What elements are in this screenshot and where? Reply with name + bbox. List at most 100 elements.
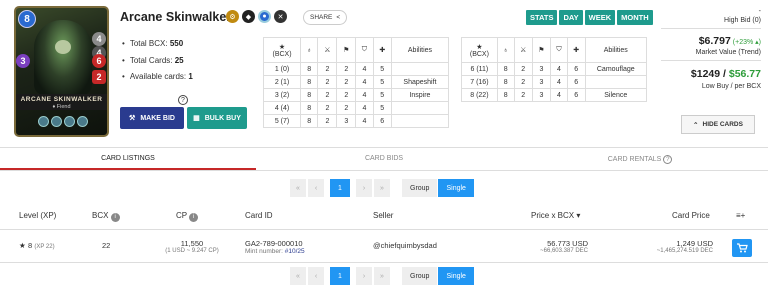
col-seller[interactable]: Seller xyxy=(373,211,393,220)
table-cell: 8 xyxy=(300,88,319,102)
page-1-button[interactable]: 1 xyxy=(330,179,350,197)
page-1-button[interactable]: 1 xyxy=(330,267,350,285)
share-button[interactable]: SHARE < xyxy=(303,10,348,25)
row-cp: 11,550 (1 USD ~ 9.247 CP) xyxy=(165,239,219,254)
prev-page-button[interactable]: ‹ xyxy=(308,267,324,285)
table-cell: 1 (0) xyxy=(262,62,302,76)
table-cell: 3 xyxy=(336,114,357,128)
table-cell: Silence xyxy=(584,88,648,102)
table-cell xyxy=(584,75,648,89)
table-row: 3 (2) 8 2 2 4 5 Inspire xyxy=(262,88,450,102)
level-header: ★ (BCX) xyxy=(262,37,302,63)
edition-icon: ⚙ xyxy=(226,10,239,23)
row-card-id: GA2-789-000010 Mint number: #10/25 xyxy=(245,239,305,255)
high-bid-dash: - xyxy=(758,8,761,15)
table-cell: 2 xyxy=(513,62,533,76)
table-row: 6 (11) 8 2 3 4 6 Camouflage xyxy=(461,62,648,76)
total-bcx-item: Total BCX: 550 xyxy=(122,39,193,48)
table-cell: 8 xyxy=(300,62,319,76)
table-cell: 4 (4) xyxy=(262,101,302,115)
help-icon[interactable]: ? xyxy=(178,95,188,105)
x-icon: ✕ xyxy=(274,10,287,23)
star-icon: ★ xyxy=(476,43,483,51)
card-info-list: Total BCX: 550 Total Cards: 25 Available… xyxy=(122,39,193,89)
mana-icon: ♁ xyxy=(300,37,319,63)
table-row[interactable]: ★ 8 (XP 22) xyxy=(19,241,55,250)
table-cell: 4 xyxy=(550,75,568,89)
first-page-button[interactable]: « xyxy=(290,179,306,197)
chevron-down-icon: ▾ xyxy=(576,211,581,220)
col-card-id[interactable]: Card ID xyxy=(245,211,273,220)
table-cell: 6 xyxy=(372,114,392,128)
col-price-bcx[interactable]: Price x BCX ▾ xyxy=(531,211,580,220)
attack-stat: 4 xyxy=(92,32,106,46)
table-cell: 7 (16) xyxy=(461,75,498,89)
table-cell: 5 xyxy=(372,88,392,102)
tab-week[interactable]: WEEK xyxy=(584,10,616,25)
low-buy-label: Low Buy / per BCX xyxy=(701,83,761,90)
table-cell: 8 xyxy=(300,75,319,89)
tab-stats[interactable]: STATS xyxy=(526,10,558,25)
mint-number-link[interactable]: #10/25 xyxy=(285,248,305,255)
col-cp[interactable]: CP i xyxy=(176,211,199,222)
group-toggle[interactable]: Group xyxy=(402,179,438,197)
table-cell: 8 (22) xyxy=(461,88,498,102)
bulk-buy-button[interactable]: ▦ BULK BUY xyxy=(187,107,247,129)
tab-month[interactable]: MONTH xyxy=(617,10,653,25)
row-seller[interactable]: @chiefquimbysdad xyxy=(373,241,437,250)
row-card-price: 1,249 USD ~1,465,274.519 DEC xyxy=(656,239,713,254)
table-cell: 6 xyxy=(566,62,586,76)
armor-icon: ⛉ xyxy=(550,37,568,63)
last-page-button[interactable]: » xyxy=(374,179,390,197)
add-to-cart-button[interactable] xyxy=(732,239,752,257)
cart-icon xyxy=(736,243,748,253)
market-value: $6.797 xyxy=(698,35,731,47)
last-page-button[interactable]: » xyxy=(374,267,390,285)
table-cell: 4 xyxy=(355,114,374,128)
tab-card-listings[interactable]: CARD LISTINGS xyxy=(0,148,256,170)
tab-card-bids[interactable]: CARD BIDS xyxy=(256,148,512,170)
card-title: Arcane Skinwalker xyxy=(120,10,232,24)
pagination-bottom: « ‹ 1 › » xyxy=(290,267,390,285)
mana-icon: ♁ xyxy=(496,37,515,63)
table-row: 4 (4) 8 2 2 4 5 xyxy=(262,101,450,115)
single-toggle[interactable]: Single xyxy=(438,179,474,197)
table-cell: 5 xyxy=(372,62,392,76)
table-cell: 3 xyxy=(531,62,552,76)
listing-tabs: CARD LISTINGS CARD BIDS CARD RENTALS ? xyxy=(0,147,768,171)
market-panel: - High Bid (0) $6.797 (+23% ▴) Market Va… xyxy=(661,8,761,90)
table-cell: Shapeshift xyxy=(390,75,450,89)
hide-cards-button[interactable]: ⌃ HIDE CARDS xyxy=(681,115,755,134)
group-toggle[interactable]: Group xyxy=(402,267,438,285)
next-page-button[interactable]: › xyxy=(356,267,372,285)
make-bid-button[interactable]: ⚒ MAKE BID xyxy=(120,107,184,129)
table-cell: 4 xyxy=(355,62,374,76)
table-cell xyxy=(390,101,450,115)
armor-icon: ⛉ xyxy=(355,37,374,63)
first-page-button[interactable]: « xyxy=(290,267,306,285)
col-bcx[interactable]: BCX i xyxy=(92,211,120,222)
price-separator: / xyxy=(720,68,729,80)
single-toggle[interactable]: Single xyxy=(438,267,474,285)
gavel-icon: ⚒ xyxy=(129,115,136,122)
next-page-button[interactable]: › xyxy=(356,179,372,197)
abilities-header: Abilities xyxy=(584,37,648,63)
table-cell: Camouflage xyxy=(584,62,648,76)
tab-day[interactable]: DAY xyxy=(559,10,583,25)
column-settings-icon[interactable]: ≡+ xyxy=(736,211,745,220)
col-card-price[interactable]: Card Price xyxy=(672,211,710,220)
table-cell: 2 xyxy=(317,88,338,102)
table-cell: 2 xyxy=(336,62,357,76)
health-icon: ✚ xyxy=(372,37,392,63)
pagination-top: « ‹ 1 › » xyxy=(290,179,390,197)
card-art-subtitle: ♦ Fiend xyxy=(52,104,71,110)
table-cell: 4 xyxy=(550,88,568,102)
speed-icon: ⚑ xyxy=(531,37,552,63)
tab-card-rentals[interactable]: CARD RENTALS ? xyxy=(512,148,768,170)
table-row: 2 (1) 8 2 2 4 5 Shapeshift xyxy=(262,75,450,89)
prev-page-button[interactable]: ‹ xyxy=(308,179,324,197)
table-cell: 5 (7) xyxy=(262,114,302,128)
low-buy: $1249 xyxy=(690,68,721,80)
col-level[interactable]: Level (XP) xyxy=(19,211,56,220)
table-cell: 6 xyxy=(566,88,586,102)
